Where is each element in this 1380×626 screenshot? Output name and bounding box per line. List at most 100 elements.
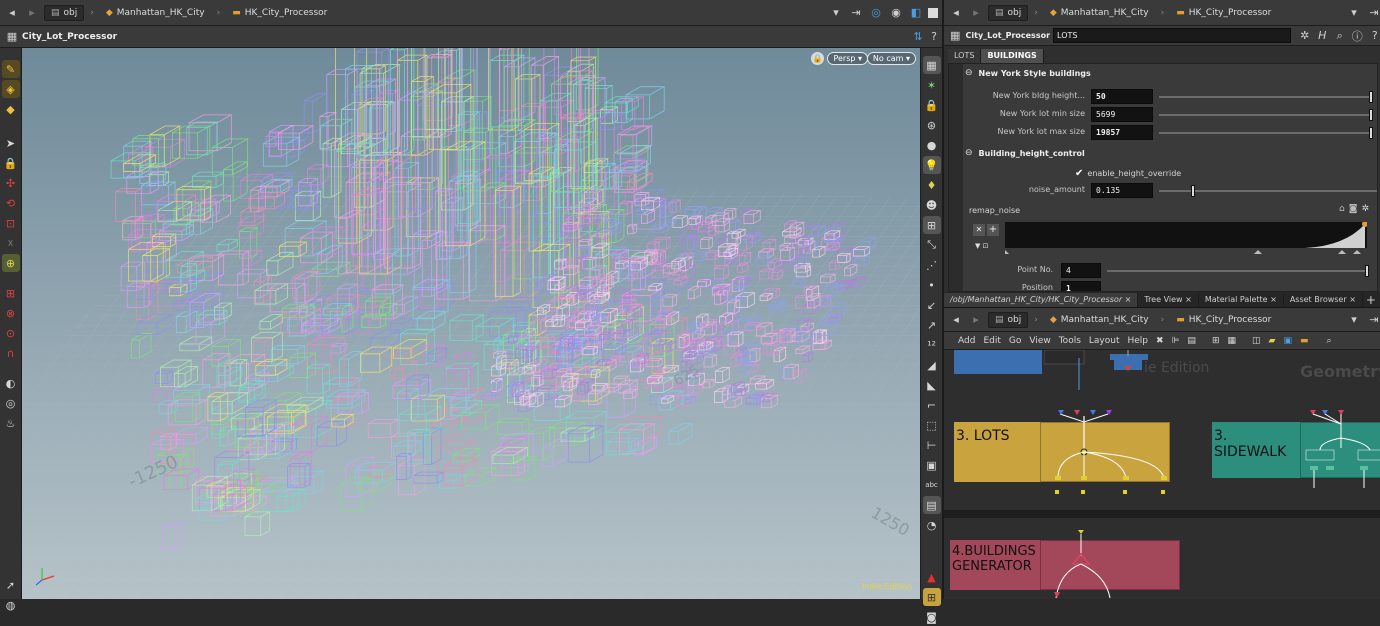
bounds-icon[interactable]: ⬚ <box>923 416 941 434</box>
head-light-icon[interactable]: ☻ <box>923 196 941 214</box>
shape-palette-icon[interactable]: ▬ <box>1300 336 1309 346</box>
close-icon[interactable]: × <box>1270 295 1277 304</box>
ghost-icon[interactable]: ✶ <box>923 76 941 94</box>
node-name-field[interactable] <box>1053 28 1291 43</box>
ramp-save-icon[interactable]: ◙ <box>1349 204 1358 214</box>
snap-grid-icon[interactable]: ⊞ <box>2 284 20 302</box>
hda-icon[interactable]: H <box>1315 28 1330 44</box>
path-crumb-city[interactable]: ◆Manhattan_HK_City <box>100 5 211 21</box>
tab-asset-browser[interactable]: Asset Browser × <box>1284 293 1363 307</box>
lock-icon[interactable]: 🔒 <box>2 154 20 172</box>
tab-lots[interactable]: LOTS <box>948 49 981 63</box>
forward-arrow-icon[interactable]: ▸ <box>968 5 984 21</box>
lot-min-field[interactable]: 5699 <box>1091 107 1153 122</box>
link-icon[interactable]: ◎ <box>868 5 884 21</box>
close-icon[interactable]: × <box>1185 295 1192 304</box>
param-slider[interactable] <box>1159 96 1373 98</box>
lot-max-field[interactable]: 19857 <box>1091 125 1153 140</box>
xray-icon[interactable]: ⊛ <box>923 116 941 134</box>
search-icon[interactable]: ⌕ <box>1332 28 1347 44</box>
ramp-graph[interactable] <box>1005 222 1367 254</box>
section-header-newyork[interactable]: ⊖ New York Style buildings <box>965 68 1091 78</box>
menu-view[interactable]: View <box>1029 336 1050 346</box>
param-slider-knob[interactable] <box>1369 91 1373 103</box>
param-scrollbar[interactable] <box>949 64 963 292</box>
path-crumb-city[interactable]: ◆Manhattan_HK_City <box>1044 5 1155 21</box>
persp-menu[interactable]: Persp ▾ <box>827 52 868 65</box>
prim-display-icon[interactable]: ◣ <box>923 376 941 394</box>
pin-icon[interactable]: ⇥ <box>1366 5 1380 21</box>
guide-icon[interactable]: ⊢ <box>923 436 941 454</box>
param-slider[interactable] <box>1159 114 1373 116</box>
tab-tree-view[interactable]: Tree View × <box>1138 293 1198 307</box>
tab-material-palette[interactable]: Material Palette × <box>1199 293 1284 307</box>
path-crumb-obj[interactable]: ▤obj <box>988 5 1028 21</box>
path-dropdown-icon[interactable]: ▾ <box>828 5 844 21</box>
menu-help[interactable]: Help <box>1128 336 1149 346</box>
maximize-icon[interactable] <box>928 8 938 18</box>
visualizer-icon[interactable]: ◔ <box>923 516 941 534</box>
layout-icon[interactable]: ⇅ <box>910 29 926 45</box>
vertex-icon[interactable]: ◢ <box>923 356 941 374</box>
normals-icon[interactable]: ⤡ <box>923 236 941 254</box>
position-field[interactable]: 1 <box>1061 281 1101 292</box>
point-no-field[interactable]: 4 <box>1061 263 1101 278</box>
pin-icon[interactable]: ⇥ <box>848 5 864 21</box>
layout-grid-icon[interactable]: ⊞ <box>923 588 941 606</box>
path-crumb-obj[interactable]: ▤obj <box>988 312 1028 328</box>
ramp-expand-icon[interactable]: ▼ ⊡ <box>975 242 988 250</box>
grid-icon[interactable]: ⊞ <box>1212 336 1220 346</box>
menu-add[interactable]: Add <box>958 336 975 346</box>
buildings-node[interactable]: 4.BUILDINGS GENERATOR <box>950 540 1040 590</box>
wrench-icon[interactable]: ✖ <box>1156 336 1164 346</box>
noise-amount-field[interactable]: 0.135 <box>1091 183 1153 198</box>
ramp-add-button[interactable]: + <box>987 224 999 236</box>
menu-go[interactable]: Go <box>1009 336 1021 346</box>
lots-node[interactable]: 3. LOTS <box>954 422 1040 482</box>
handle-tool-icon[interactable]: ⊕ <box>2 254 20 272</box>
dot-icon[interactable]: • <box>923 276 941 294</box>
search-icon[interactable]: ⌕ <box>1326 336 1331 346</box>
path-crumb-city[interactable]: ◆Manhattan_HK_City <box>1044 312 1155 328</box>
tree-icon[interactable]: ⊫ <box>1172 336 1180 346</box>
scale-icon[interactable]: ⊡ <box>2 214 20 232</box>
menu-layout[interactable]: Layout <box>1089 336 1120 346</box>
rotate-icon[interactable]: ⟲ <box>2 194 20 212</box>
box-icon[interactable]: ▣ <box>923 456 941 474</box>
path-crumb-processor[interactable]: ▬HK_City_Processor <box>1170 5 1277 21</box>
info-icon[interactable]: ⓘ <box>1350 28 1365 44</box>
back-arrow-icon[interactable]: ◂ <box>948 5 964 21</box>
magnet-icon[interactable]: ∩ <box>2 344 20 362</box>
lock-view-icon[interactable]: 🔒 <box>811 52 824 65</box>
blue-network-box[interactable] <box>954 350 1042 374</box>
menu-tools[interactable]: Tools <box>1059 336 1081 346</box>
pose-icon[interactable]: ☓ <box>2 234 20 252</box>
menu-edit[interactable]: Edit <box>983 336 1000 346</box>
camera-menu[interactable]: No cam ▾ <box>867 52 916 65</box>
display-options-icon[interactable]: ◉ <box>888 5 904 21</box>
transform-icon[interactable]: ✣ <box>2 174 20 192</box>
height-override-checkbox[interactable]: ✔ enable_height_override <box>1075 168 1181 179</box>
ramp-delete-button[interactable]: ✕ <box>973 224 985 236</box>
tab-network-path[interactable]: /obj/Manhattan_HK_City/HK_City_Processor… <box>944 293 1138 307</box>
scene-viewport[interactable]: -1250 625 1250 🔒 Persp ▾ No cam ▾ Indie … <box>22 48 920 599</box>
render-icon[interactable]: ◧ <box>908 5 924 21</box>
cursor-icon[interactable]: ➚ <box>2 576 20 594</box>
shading-icon[interactable]: ● <box>923 136 941 154</box>
forward-arrow-icon[interactable]: ▸ <box>24 5 40 21</box>
path-crumb-processor[interactable]: ▬HK_City_Processor <box>226 5 333 21</box>
lightbulb-icon[interactable]: 💡 <box>923 156 941 174</box>
warning-icon[interactable]: ▲ <box>923 568 941 586</box>
noise-slider-knob[interactable] <box>1191 185 1195 197</box>
text-display-icon[interactable]: abc <box>923 476 941 494</box>
vector-icon[interactable]: ↙ <box>923 296 941 314</box>
image-icon[interactable]: ▤ <box>923 496 941 514</box>
points-display-icon[interactable]: ⋰ <box>923 256 941 274</box>
corner-icon[interactable]: ⌐ <box>923 396 941 414</box>
camera-icon[interactable]: ◎ <box>2 394 20 412</box>
paint-tool-icon[interactable]: ◆ <box>2 100 20 118</box>
ramp-gear-icon[interactable]: ✲ <box>1361 204 1369 214</box>
snap-point-icon[interactable]: ⊙ <box>2 324 20 342</box>
ramp-preset-icon[interactable]: ⌂ <box>1339 204 1345 214</box>
collapse-icon[interactable]: ⊖ <box>965 148 973 158</box>
